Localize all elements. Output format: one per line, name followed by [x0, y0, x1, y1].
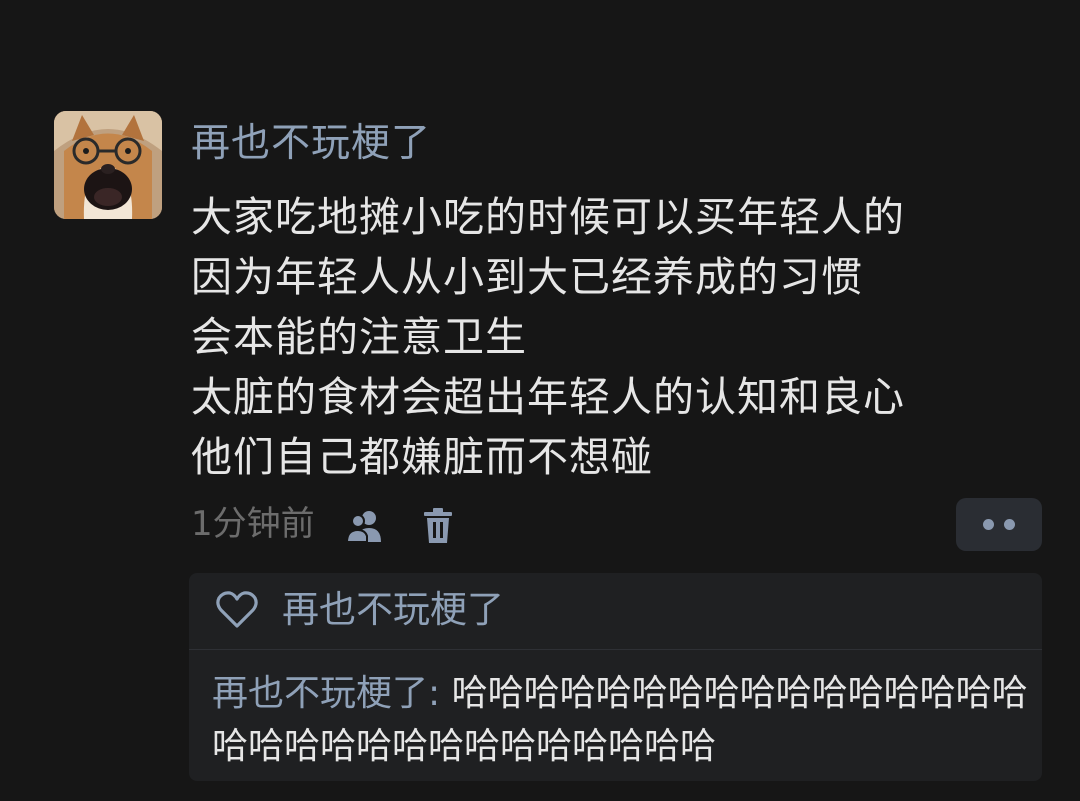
likes-row: 再也不玩梗了	[189, 573, 1042, 649]
moments-post: 再也不玩梗了 大家吃地摊小吃的时候可以买年轻人的 因为年轻人从小到大已经养成的习…	[0, 0, 1080, 801]
heart-outline-icon[interactable]	[215, 590, 259, 630]
comment-author[interactable]: 再也不玩梗了	[212, 673, 428, 714]
post-content-line: 他们自己都嫌脏而不想碰	[191, 433, 653, 481]
post-username[interactable]: 再也不玩梗了	[191, 117, 431, 171]
comment-separator: :	[428, 673, 452, 714]
trash-icon[interactable]	[418, 506, 458, 546]
post-content: 大家吃地摊小吃的时候可以买年轻人的 因为年轻人从小到大已经养成的习惯 会本能的注…	[191, 187, 1051, 487]
comment[interactable]: 再也不玩梗了: 哈哈哈哈哈哈哈哈哈哈哈哈哈哈哈哈哈哈哈哈哈哈哈哈哈哈哈哈哈哈	[212, 667, 1037, 773]
avatar[interactable]	[54, 111, 162, 219]
post-timestamp: 1分钟前	[191, 504, 315, 544]
post-content-line: 大家吃地摊小吃的时候可以买年轻人的	[191, 193, 905, 241]
liker-name[interactable]: 再也不玩梗了	[282, 583, 504, 637]
divider	[189, 649, 1042, 650]
more-button[interactable]	[956, 498, 1042, 551]
dog-avatar-image	[54, 111, 162, 219]
interaction-panel: 再也不玩梗了 再也不玩梗了: 哈哈哈哈哈哈哈哈哈哈哈哈哈哈哈哈哈哈哈哈哈哈哈哈哈…	[189, 573, 1042, 781]
post-content-line: 因为年轻人从小到大已经养成的习惯	[191, 253, 863, 301]
people-icon[interactable]	[345, 506, 385, 546]
post-content-line: 太脏的食材会超出年轻人的认知和良心	[191, 373, 905, 421]
post-content-line: 会本能的注意卫生	[191, 313, 527, 361]
